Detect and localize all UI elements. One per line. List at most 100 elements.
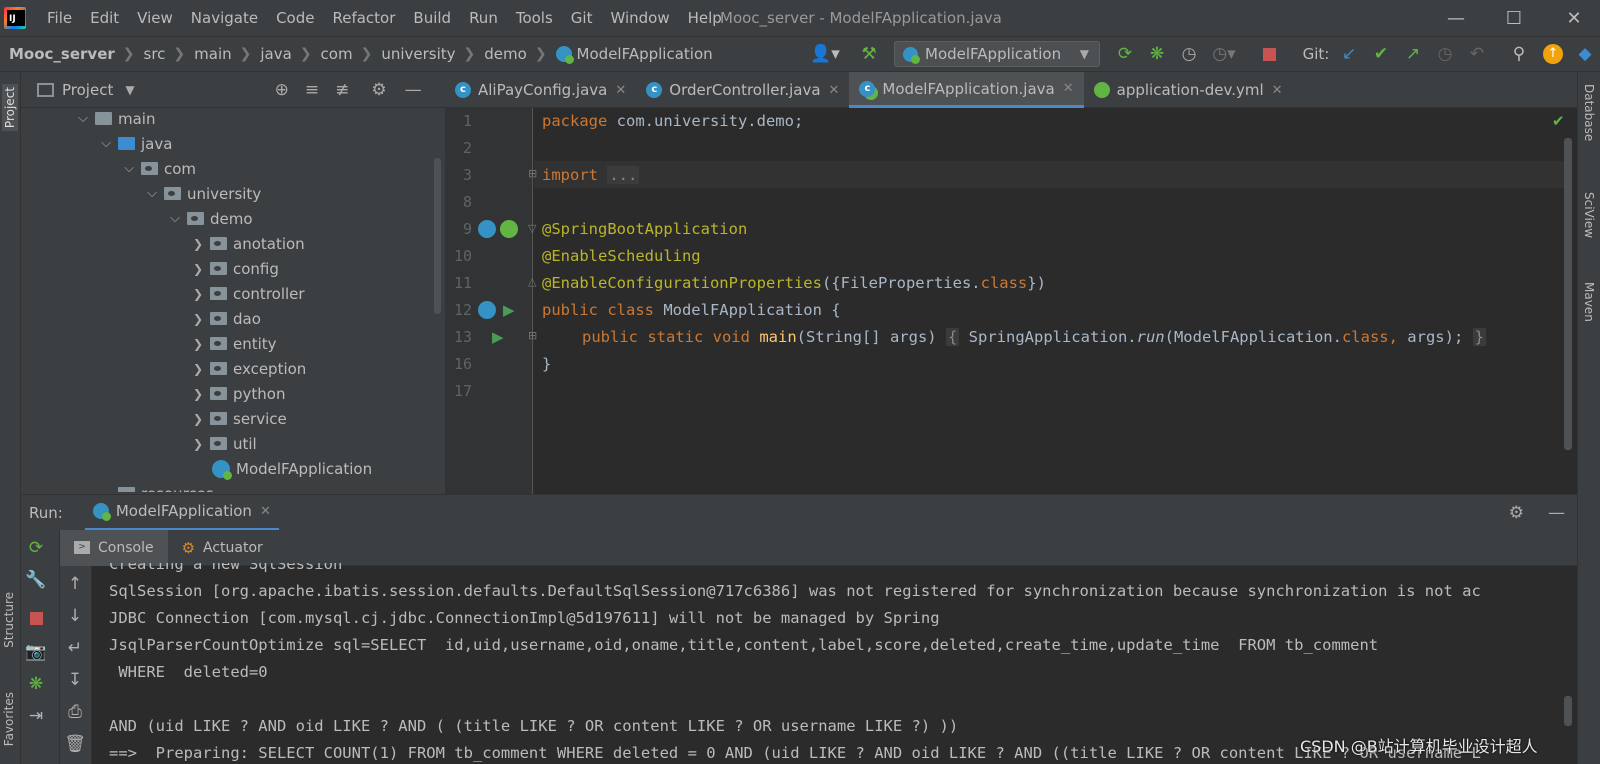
camera-icon[interactable]: 📷 xyxy=(21,642,51,662)
chevron-right-icon[interactable]: ❯ xyxy=(190,387,206,401)
tree-item-anotation[interactable]: ❯ anotation xyxy=(190,231,305,256)
tree-item-python[interactable]: ❯ python xyxy=(190,381,286,406)
tree-item-dao[interactable]: ❯ dao xyxy=(190,306,261,331)
gear-icon[interactable]: ⚙ xyxy=(371,80,386,100)
tree-item-com[interactable]: ⌵ com xyxy=(121,156,196,181)
chevron-down-icon[interactable]: ⌵ xyxy=(167,211,183,226)
exit-icon[interactable]: ⇥ xyxy=(21,706,51,726)
fold-brace[interactable]: } xyxy=(1472,328,1486,346)
spring-bean-gutter-icon[interactable] xyxy=(478,301,496,319)
close-window-button[interactable]: ✕ xyxy=(1550,0,1598,36)
console-scrollbar[interactable] xyxy=(1564,696,1572,726)
minimize-button[interactable]: — xyxy=(1432,0,1480,36)
tab-actuator[interactable]: ⚙ Actuator xyxy=(168,530,277,566)
git-push-icon[interactable]: ↗ xyxy=(1400,36,1426,72)
folded-imports[interactable]: ... xyxy=(607,166,640,184)
chevron-down-icon[interactable]: ⌵ xyxy=(121,161,137,176)
close-icon[interactable]: ✕ xyxy=(1063,81,1074,96)
close-icon[interactable]: ✕ xyxy=(260,504,271,519)
menu-edit[interactable]: Edit xyxy=(81,0,128,36)
tree-item-java[interactable]: ⌵ java xyxy=(98,131,172,156)
tab-ordercontroller[interactable]: c OrderController.java ✕ xyxy=(636,72,849,108)
favorites-tool-button[interactable]: Favorites xyxy=(2,692,16,746)
tab-console[interactable]: > Console xyxy=(60,529,168,566)
fold-brace[interactable]: { xyxy=(945,328,960,346)
breadcrumb-project[interactable]: Mooc_server ❯ xyxy=(0,45,135,63)
tab-modelfapplication[interactable]: c ModelFApplication.java ✕ xyxy=(849,72,1084,108)
profiler-icon[interactable]: ◷▾ xyxy=(1206,36,1242,72)
tab-application-dev-yml[interactable]: application-dev.yml ✕ xyxy=(1084,72,1293,108)
run-configuration-select[interactable]: ModelFApplication ▼ xyxy=(894,41,1100,67)
close-icon[interactable]: ✕ xyxy=(829,83,840,98)
rerun-icon[interactable]: ⟳ xyxy=(21,538,51,558)
chevron-right-icon[interactable]: ❯ xyxy=(190,337,206,351)
chevron-down-icon[interactable]: ⌵ xyxy=(75,111,91,126)
stop-icon[interactable] xyxy=(1258,36,1280,72)
arrow-down-icon[interactable]: ↓ xyxy=(60,606,90,626)
user-icon[interactable]: 👤▾ xyxy=(808,36,842,72)
debug-bug-icon[interactable]: ❋ xyxy=(1144,36,1170,72)
tree-item-config[interactable]: ❯ config xyxy=(190,256,279,281)
rerun-icon[interactable]: ⟳ xyxy=(1112,36,1138,72)
locate-icon[interactable]: ⊕ xyxy=(275,80,289,100)
chevron-down-icon[interactable]: ▼ xyxy=(125,83,134,97)
tree-item-controller[interactable]: ❯ controller xyxy=(190,281,305,306)
close-icon[interactable]: ✕ xyxy=(1272,83,1283,98)
tree-item-exception[interactable]: ❯ exception xyxy=(190,356,306,381)
chevron-right-icon[interactable]: ❯ xyxy=(190,362,206,376)
breadcrumb-java[interactable]: java ❯ xyxy=(251,45,311,63)
tree-item-service[interactable]: ❯ service xyxy=(190,406,287,431)
chevron-down-icon[interactable]: ⌵ xyxy=(144,186,160,201)
history-icon[interactable]: ◷ xyxy=(1432,36,1458,72)
rollback-icon[interactable]: ↶ xyxy=(1464,36,1490,72)
tree-item-main[interactable]: ⌵ main xyxy=(75,108,155,131)
coverage-icon[interactable]: ◷ xyxy=(1176,36,1202,72)
tree-item-university[interactable]: ⌵ university xyxy=(144,181,261,206)
chevron-right-icon[interactable]: ❯ xyxy=(190,237,206,251)
breadcrumb-main[interactable]: main ❯ xyxy=(185,45,251,63)
structure-tool-button[interactable]: Structure xyxy=(2,592,16,648)
arrow-up-icon[interactable]: ↑ xyxy=(60,574,90,594)
search-icon[interactable]: ⚲ xyxy=(1506,36,1532,72)
hide-panel-icon[interactable]: — xyxy=(1548,503,1565,523)
wrench-icon[interactable]: 🔧 xyxy=(21,570,51,590)
chevron-down-icon[interactable]: ⌵ xyxy=(98,136,114,151)
plugin-icon[interactable]: ◆ xyxy=(1572,36,1598,72)
breadcrumb-com[interactable]: com ❯ xyxy=(312,45,373,63)
fold-icon[interactable]: ▽ xyxy=(528,222,536,235)
spring-bean-gutter-icon[interactable] xyxy=(478,220,496,238)
run-gutter-icon[interactable]: ▶ xyxy=(492,328,504,346)
menu-git[interactable]: Git xyxy=(562,0,602,36)
editor-scrollbar[interactable] xyxy=(1564,138,1572,450)
fold-icon[interactable]: ⊞ xyxy=(528,329,537,342)
chevron-right-icon[interactable]: ❯ xyxy=(190,437,206,451)
run-gutter-icon[interactable]: ▶ xyxy=(503,301,515,319)
menu-build[interactable]: Build xyxy=(404,0,460,36)
sciview-tool-button[interactable]: SciView xyxy=(1582,192,1596,238)
expand-all-icon[interactable]: ≡ xyxy=(305,80,319,100)
stop-icon[interactable] xyxy=(21,610,51,630)
breadcrumb-class[interactable]: ModelFApplication xyxy=(547,45,713,64)
chevron-right-icon[interactable]: ❯ xyxy=(190,287,206,301)
collapse-all-icon[interactable]: ≢ xyxy=(335,80,349,100)
maximize-button[interactable]: ☐ xyxy=(1490,0,1538,36)
update-icon[interactable]: ↑ xyxy=(1540,36,1566,72)
chevron-right-icon[interactable]: ❯ xyxy=(190,412,206,426)
fold-icon[interactable]: △ xyxy=(528,275,536,288)
hide-panel-icon[interactable]: — xyxy=(405,80,422,100)
gear-icon[interactable]: ⚙ xyxy=(1509,503,1524,523)
breadcrumb-university[interactable]: university ❯ xyxy=(372,45,475,63)
debug-bug-icon[interactable]: ❋ xyxy=(21,674,51,694)
menu-tools[interactable]: Tools xyxy=(507,0,562,36)
print-icon[interactable]: ⎙ xyxy=(60,702,90,722)
breadcrumb-src[interactable]: src ❯ xyxy=(135,45,186,63)
chevron-right-icon[interactable]: ❯ xyxy=(190,312,206,326)
trash-icon[interactable]: 🗑 xyxy=(60,734,90,754)
build-hammer-icon[interactable]: ⚒ xyxy=(856,36,882,72)
scroll-to-end-icon[interactable]: ↧ xyxy=(60,670,90,690)
tree-item-resources[interactable]: ⌵ resources xyxy=(98,481,214,492)
maven-tool-button[interactable]: Maven xyxy=(1582,282,1596,322)
tree-item-util[interactable]: ❯ util xyxy=(190,431,257,456)
chevron-right-icon[interactable]: ❯ xyxy=(190,262,206,276)
tab-alipayconfig[interactable]: c AliPayConfig.java ✕ xyxy=(445,72,636,108)
